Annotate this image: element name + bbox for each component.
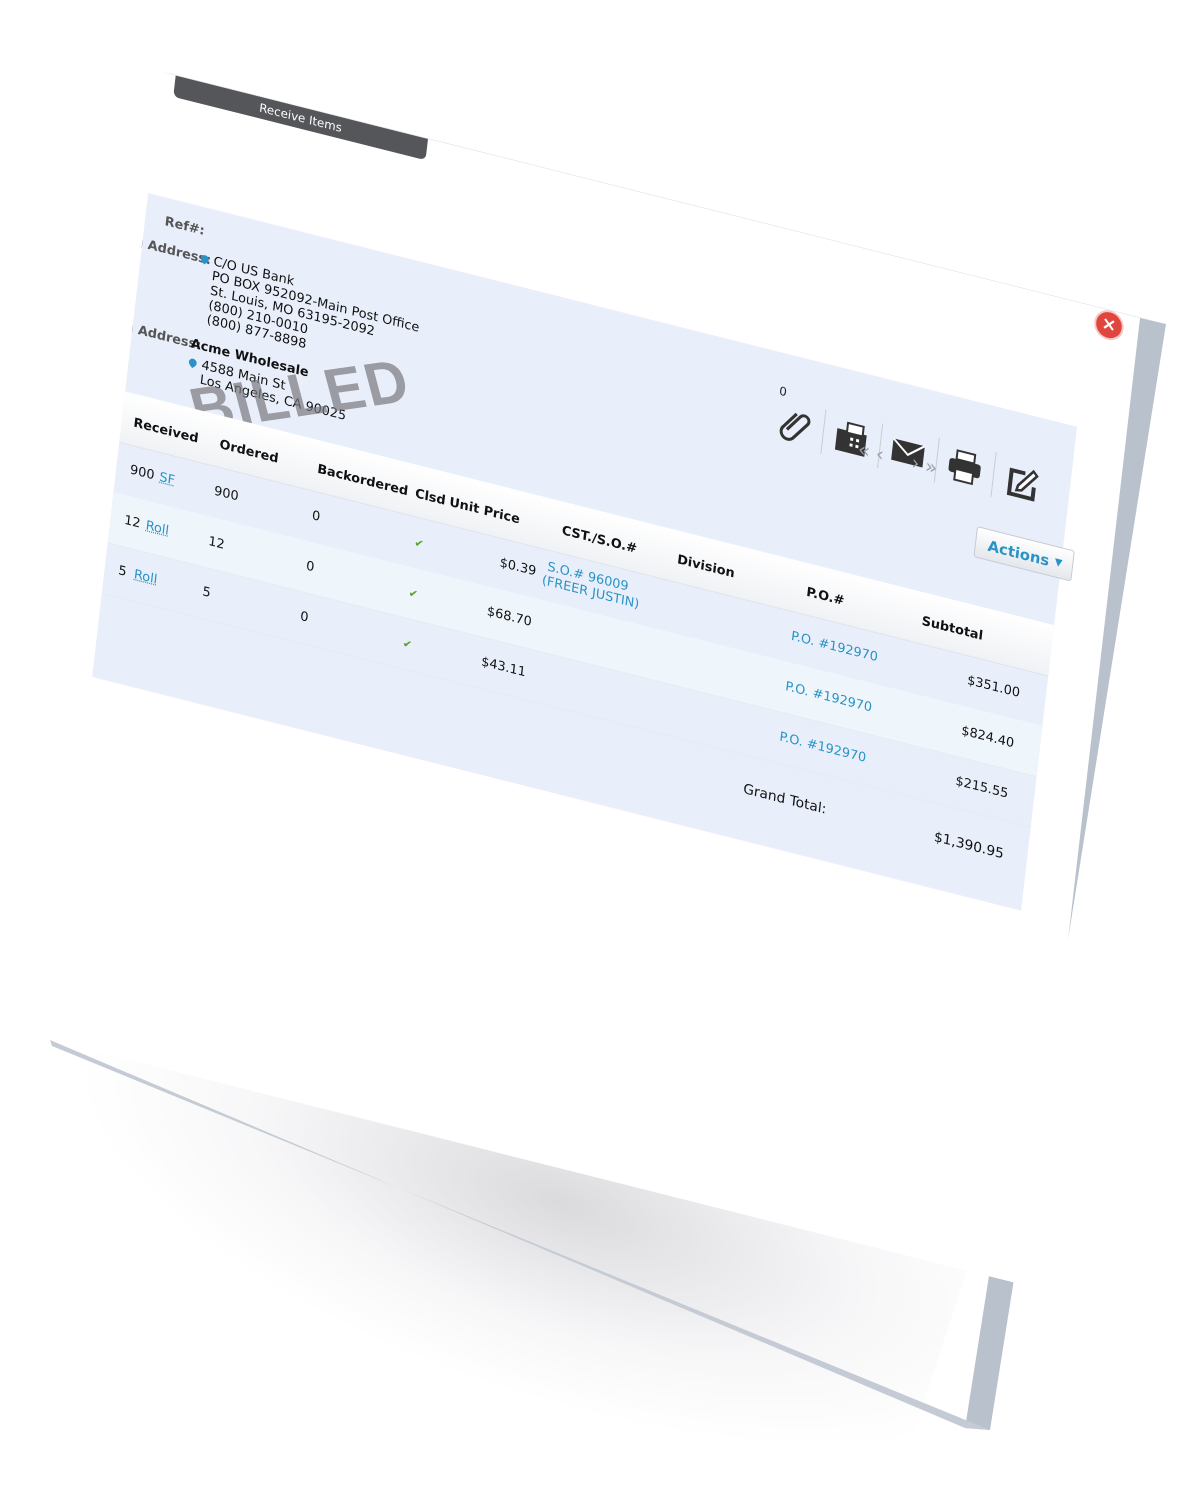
grand-total-label: Grand Total:: [742, 781, 828, 818]
grand-total-value: $1,390.95: [933, 829, 1005, 863]
received-qty: 900: [129, 462, 156, 484]
ordered-qty: 12: [207, 534, 226, 553]
subtotal: $215.55: [954, 773, 1009, 802]
subtotal: $824.40: [960, 723, 1015, 752]
closed-check-icon: ✔: [413, 536, 425, 552]
col-backordered[interactable]: Backordered: [316, 462, 408, 499]
backordered-qty: 0: [311, 508, 321, 525]
po-link[interactable]: P.O. #192970: [779, 730, 867, 766]
close-button[interactable]: ×: [1092, 306, 1126, 344]
caret-down-icon: ▼: [1054, 556, 1063, 570]
col-clsd[interactable]: Clsd: [414, 487, 446, 509]
ordered-qty: 900: [213, 483, 240, 505]
unit-link[interactable]: Roll: [145, 518, 170, 538]
po-link[interactable]: P.O. #192970: [790, 629, 878, 665]
toolbar-divider: [820, 409, 827, 455]
attachment-count: 0: [778, 383, 788, 400]
unit-link[interactable]: SF: [159, 470, 176, 488]
col-subtotal[interactable]: Subtotal: [921, 614, 984, 644]
paperclip-icon[interactable]: [774, 401, 815, 447]
received-qty: 12: [123, 512, 142, 532]
col-po[interactable]: P.O.#: [805, 585, 845, 609]
closed-check-icon: ✔: [407, 586, 419, 602]
ordered-qty: 5: [201, 584, 212, 602]
closed-check-icon: ✔: [402, 636, 413, 652]
toolbar-divider: [990, 452, 997, 497]
backordered-qty: 0: [305, 558, 316, 576]
col-division[interactable]: Division: [676, 552, 735, 581]
col-unit-price[interactable]: Unit Price: [449, 495, 521, 527]
subtotal: $351.00: [966, 673, 1021, 701]
previous-record-button[interactable]: ‹: [875, 441, 891, 468]
col-cst-so[interactable]: CST./S.O.#: [561, 523, 638, 556]
col-ordered[interactable]: Ordered: [219, 437, 279, 466]
edit-icon[interactable]: [1001, 458, 1042, 504]
unit-price: $43.11: [480, 654, 527, 681]
unit-price: $68.70: [486, 604, 533, 630]
unit-link[interactable]: Roll: [133, 567, 158, 587]
col-received[interactable]: Received: [133, 416, 200, 447]
po-link[interactable]: P.O. #192970: [785, 679, 873, 715]
received-qty: 5: [117, 563, 128, 580]
last-record-button[interactable]: »: [924, 454, 945, 482]
unit-price: $0.39: [498, 555, 537, 580]
backordered-qty: 0: [299, 609, 310, 626]
printer-icon[interactable]: [944, 444, 985, 490]
